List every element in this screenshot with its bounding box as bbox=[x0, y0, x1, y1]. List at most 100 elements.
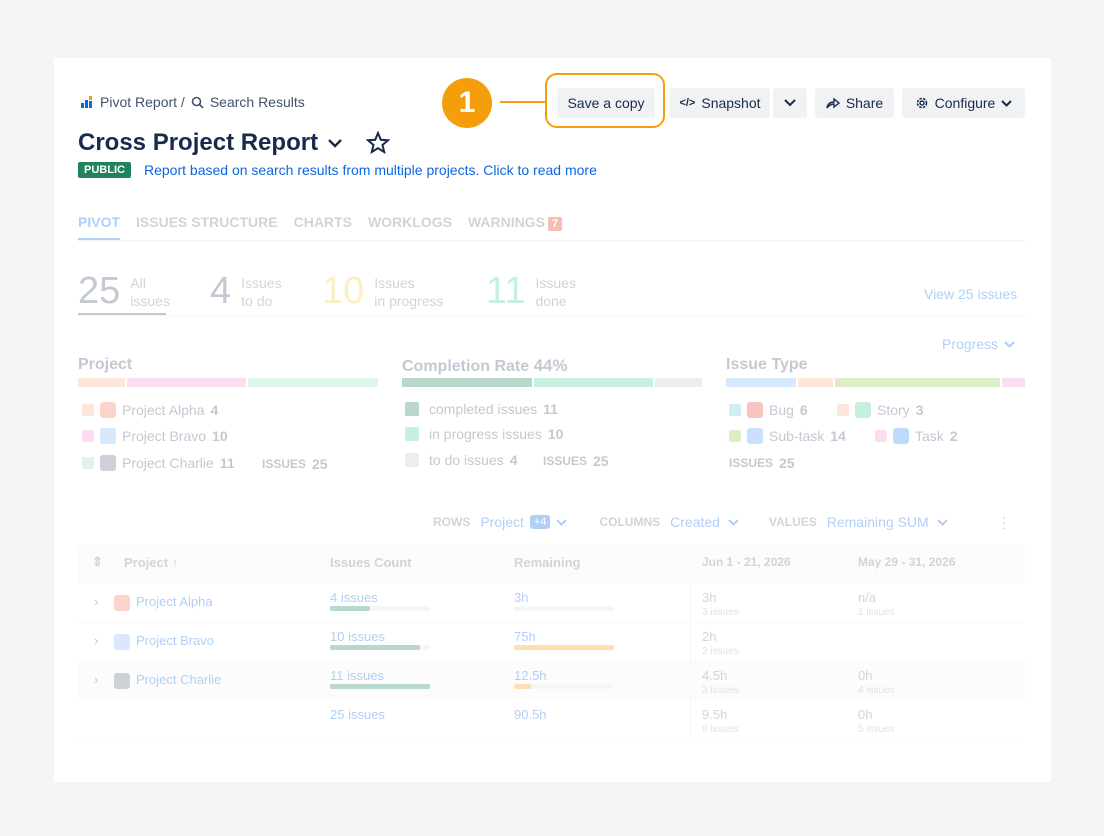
tab-charts[interactable]: CHARTS bbox=[294, 214, 352, 240]
values-selector[interactable]: Remaining SUM bbox=[827, 514, 948, 530]
breadcrumb-root[interactable]: Pivot Report / bbox=[100, 94, 185, 110]
star-icon[interactable] bbox=[366, 131, 391, 155]
legend-task[interactable]: Task 2 bbox=[875, 428, 958, 444]
row-remaining[interactable]: 90.5h bbox=[514, 707, 547, 722]
row-project-link[interactable]: Project Alpha bbox=[136, 594, 213, 609]
legend-project-bravo[interactable]: Project Bravo 10 bbox=[82, 428, 228, 444]
snapshot-button[interactable]: </> Snapshot bbox=[670, 88, 770, 118]
color-swatch bbox=[837, 404, 849, 416]
chevron-down-icon bbox=[1001, 99, 1013, 107]
color-swatch bbox=[405, 427, 419, 441]
expand-row-icon[interactable]: › bbox=[94, 594, 98, 609]
legend-in-progress[interactable]: in progress issues 10 bbox=[405, 426, 563, 442]
tab-worklogs[interactable]: WORKLOGS bbox=[368, 214, 452, 240]
configure-button[interactable]: Configure bbox=[902, 88, 1025, 118]
issues-count-fill bbox=[330, 645, 420, 650]
issues-label: ISSUES bbox=[729, 456, 774, 470]
project-panel-title: Project bbox=[78, 356, 133, 373]
row-issues-count[interactable]: 11 issues bbox=[330, 668, 384, 683]
rows-label: ROWS bbox=[433, 515, 471, 529]
row-issues-count[interactable]: 4 issues bbox=[330, 590, 378, 605]
row-date1-issues: 8 issues bbox=[702, 724, 739, 735]
chevron-down-icon bbox=[936, 518, 948, 526]
save-copy-button[interactable]: Save a copy bbox=[557, 88, 655, 118]
stat-all-issues[interactable]: 25 All issues bbox=[78, 270, 170, 313]
row-issues-count[interactable]: 10 issues bbox=[330, 629, 385, 644]
tab-warnings[interactable]: WARNINGS 7 bbox=[467, 214, 563, 240]
header-remaining[interactable]: Remaining bbox=[514, 555, 580, 570]
row-date1-value: 9.5h bbox=[702, 707, 728, 722]
warnings-count-badge: 7 bbox=[547, 217, 563, 231]
row-remaining[interactable]: 3h bbox=[514, 590, 528, 605]
rows-selector[interactable]: Project +4 bbox=[480, 514, 568, 530]
issues-count-bar bbox=[330, 684, 430, 689]
share-label: Share bbox=[845, 95, 884, 111]
issues-total: 25 bbox=[593, 453, 609, 469]
row-project-link[interactable]: Project Charlie bbox=[136, 672, 221, 687]
issues-count-fill bbox=[330, 684, 430, 689]
color-swatch bbox=[405, 402, 419, 416]
legend-bug[interactable]: Bug 6 bbox=[729, 402, 808, 418]
report-description-link[interactable]: Report based on search results from mult… bbox=[144, 162, 597, 178]
values-label: VALUES bbox=[768, 515, 817, 529]
header-date-2[interactable]: May 29 - 31, 2026 bbox=[858, 555, 955, 569]
columns-label: COLUMNS bbox=[599, 515, 661, 529]
legend-label: Task bbox=[915, 428, 944, 444]
legend-count: 4 bbox=[210, 402, 219, 418]
table-row: › Project Charlie 11 issues 12.5h 4.5h 3 issu… bbox=[78, 662, 1025, 701]
row-project-link[interactable]: Project Bravo bbox=[136, 633, 214, 648]
pivot-report-icon bbox=[81, 96, 92, 108]
legend-label: Project Charlie bbox=[122, 455, 214, 471]
legend-label: Story bbox=[877, 402, 910, 418]
header-date-1[interactable]: Jun 1 - 21, 2026 bbox=[702, 555, 791, 569]
breadcrumb-current[interactable]: Search Results bbox=[210, 94, 305, 110]
expand-row-icon[interactable]: › bbox=[94, 633, 98, 648]
color-swatch bbox=[82, 457, 94, 469]
legend-count: 2 bbox=[949, 428, 958, 444]
row-issues-count[interactable]: 25 issues bbox=[330, 707, 385, 722]
bug-icon bbox=[747, 402, 763, 418]
callout-number: 1 bbox=[458, 86, 476, 119]
legend-story[interactable]: Story 3 bbox=[837, 402, 923, 418]
legend-label: in progress issues bbox=[429, 426, 542, 442]
legend-subtask[interactable]: Sub-task 14 bbox=[729, 428, 846, 444]
header-project[interactable]: Project ↑ bbox=[124, 555, 178, 570]
expand-all-icon[interactable]: ⇕ bbox=[92, 554, 103, 570]
columns-selector[interactable]: Created bbox=[670, 514, 739, 530]
progress-label: Progress bbox=[942, 336, 999, 352]
row-date2-issues: 1 issues bbox=[858, 607, 895, 618]
tab-issues-structure[interactable]: ISSUES STRUCTURE bbox=[136, 214, 278, 240]
completion-title: Completion Rate bbox=[402, 358, 530, 375]
view-issues-link[interactable]: View 25 issues bbox=[924, 286, 1017, 302]
chevron-down-icon bbox=[556, 518, 568, 526]
header-issues-count[interactable]: Issues Count bbox=[330, 555, 412, 570]
tab-pivot[interactable]: PIVOT bbox=[78, 214, 121, 240]
chevron-down-icon[interactable] bbox=[328, 138, 342, 148]
row-remaining[interactable]: 75h bbox=[514, 629, 536, 644]
task-icon bbox=[893, 428, 909, 444]
expand-row-icon[interactable]: › bbox=[94, 672, 98, 687]
legend-completed[interactable]: completed issues 11 bbox=[405, 401, 558, 417]
row-date2-value: 0h bbox=[858, 707, 873, 722]
stat-todo-issues[interactable]: 4 Issues to do bbox=[210, 270, 282, 313]
row-remaining[interactable]: 12.5h bbox=[514, 668, 547, 683]
tab-warnings-label: WARNINGS bbox=[467, 214, 545, 230]
stat-done-issues[interactable]: 11 Issues done bbox=[486, 270, 576, 313]
project-alpha-icon bbox=[100, 402, 116, 418]
row-date2-issues: 5 issues bbox=[858, 724, 895, 735]
progress-dropdown[interactable]: Progress bbox=[942, 336, 1015, 352]
report-title[interactable]: Cross Project Report bbox=[78, 129, 318, 157]
chevron-down-icon bbox=[728, 518, 739, 526]
legend-project-alpha[interactable]: Project Alpha 4 bbox=[82, 402, 218, 418]
bar-segment-story bbox=[798, 378, 834, 387]
issues-count-bar bbox=[330, 645, 430, 650]
stat-sublabel: to do bbox=[241, 292, 273, 309]
share-button[interactable]: Share bbox=[815, 88, 894, 118]
snapshot-label: Snapshot bbox=[701, 95, 761, 111]
legend-project-charlie[interactable]: Project Charlie 11 bbox=[82, 455, 235, 471]
color-swatch bbox=[405, 453, 419, 467]
more-options-icon[interactable]: · · · bbox=[1002, 510, 1008, 534]
stat-inprogress-issues[interactable]: 10 Issues in progress bbox=[322, 270, 444, 313]
snapshot-dropdown-button[interactable] bbox=[773, 88, 807, 118]
legend-todo[interactable]: to do issues 4 bbox=[405, 452, 518, 468]
